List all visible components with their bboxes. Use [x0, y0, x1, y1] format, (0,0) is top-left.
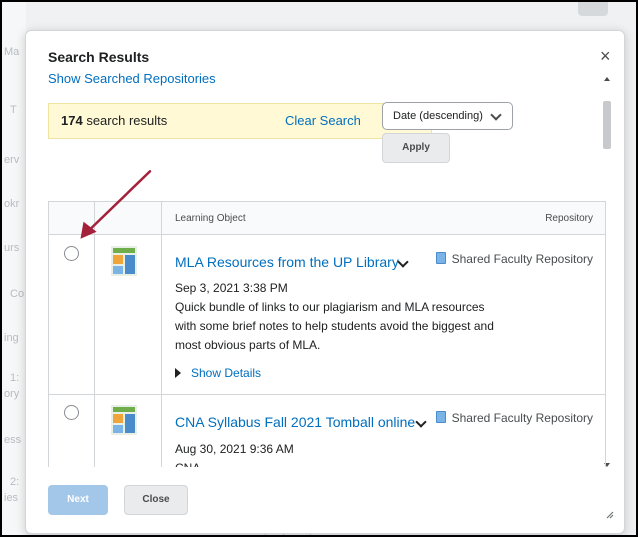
- bg-fragment: urs: [4, 242, 20, 254]
- apply-button[interactable]: Apply: [382, 133, 450, 163]
- show-details-label: Show Details: [191, 366, 262, 380]
- bg-fragment: ies: [4, 492, 19, 504]
- results-label: search results: [86, 113, 168, 128]
- repository-name: Shared Faculty Repository: [451, 252, 593, 266]
- learning-object-date: Sep 3, 2021 3:38 PM: [175, 281, 288, 295]
- learning-object-description: Quick bundle of links to our plagiarism …: [175, 300, 494, 352]
- background-sidebar: Ma T erv okr urs Co ing 1: ory ess 2: ie…: [2, 2, 26, 535]
- sort-select[interactable]: Date (descending): [382, 102, 513, 130]
- dialog-body: 174 search results Clear Search Date (de…: [26, 87, 624, 467]
- results-count-text: 174 search results: [61, 113, 167, 128]
- learning-object-title-link[interactable]: MLA Resources from the UP Library: [175, 254, 399, 270]
- resize-handle-icon[interactable]: [604, 509, 614, 519]
- bg-fragment: T: [10, 104, 17, 116]
- search-results-dialog: Search Results × Show Searched Repositor…: [25, 30, 625, 534]
- chevron-down-icon[interactable]: [397, 256, 409, 268]
- bg-fragment: erv: [4, 154, 20, 166]
- column-header-learning-object: Learning Object: [175, 213, 246, 224]
- bg-fragment: 1:: [10, 372, 20, 384]
- repository-icon: [435, 252, 446, 264]
- bg-fragment: ing: [4, 332, 19, 344]
- triangle-right-icon: [175, 368, 181, 378]
- repository-label: Shared Faculty Repository: [435, 411, 593, 425]
- column-header-repository: Repository: [545, 213, 593, 224]
- learning-object-icon: [111, 246, 137, 276]
- screenshot-frame: Ma T erv okr urs Co ing 1: ory ess 2: ie…: [0, 0, 638, 537]
- close-button[interactable]: Close: [124, 485, 188, 515]
- bg-fragment: Ma: [4, 46, 20, 58]
- learning-object-title-link[interactable]: CNA Syllabus Fall 2021 Tomball online: [175, 414, 415, 430]
- select-radio-row-1[interactable]: [64, 246, 79, 261]
- results-table: Learning Object Repository MLA Resources…: [48, 201, 606, 467]
- dialog-title: Search Results: [48, 49, 150, 65]
- sort-value: Date (descending): [393, 110, 483, 122]
- chevron-down-icon: [490, 109, 502, 121]
- row-divider: [49, 394, 605, 395]
- clear-search-link[interactable]: Clear Search: [285, 113, 361, 128]
- select-radio-row-2[interactable]: [64, 405, 79, 420]
- bg-fragment: okr: [4, 198, 20, 210]
- next-button[interactable]: Next: [48, 485, 108, 515]
- show-searched-repositories-link[interactable]: Show Searched Repositories: [48, 71, 216, 86]
- bg-fragment: Co: [10, 288, 25, 300]
- table-header: Learning Object Repository: [49, 202, 605, 235]
- repository-name: Shared Faculty Repository: [451, 411, 593, 425]
- repository-icon: [435, 411, 446, 423]
- learning-object-icon: [111, 405, 137, 435]
- bg-fragment: 2:: [10, 476, 20, 488]
- results-count: 174: [61, 113, 83, 128]
- bg-fragment: ory: [4, 388, 20, 400]
- repository-label: Shared Faculty Repository: [435, 252, 593, 266]
- learning-object-date: Aug 30, 2021 9:36 AM: [175, 442, 294, 456]
- show-details-link[interactable]: Show Details: [175, 366, 261, 380]
- close-icon[interactable]: ×: [600, 47, 611, 65]
- bg-fragment: ess: [4, 434, 22, 446]
- column-divider: [161, 202, 162, 467]
- results-bar: 174 search results Clear Search: [48, 103, 432, 139]
- dialog-footer: Next Close: [26, 467, 624, 533]
- scroll-up-icon[interactable]: [604, 77, 610, 81]
- column-divider: [94, 202, 95, 467]
- learning-object-description: CNA: [175, 459, 505, 467]
- background-header-pill: [578, 2, 608, 16]
- chevron-down-icon[interactable]: [415, 416, 427, 428]
